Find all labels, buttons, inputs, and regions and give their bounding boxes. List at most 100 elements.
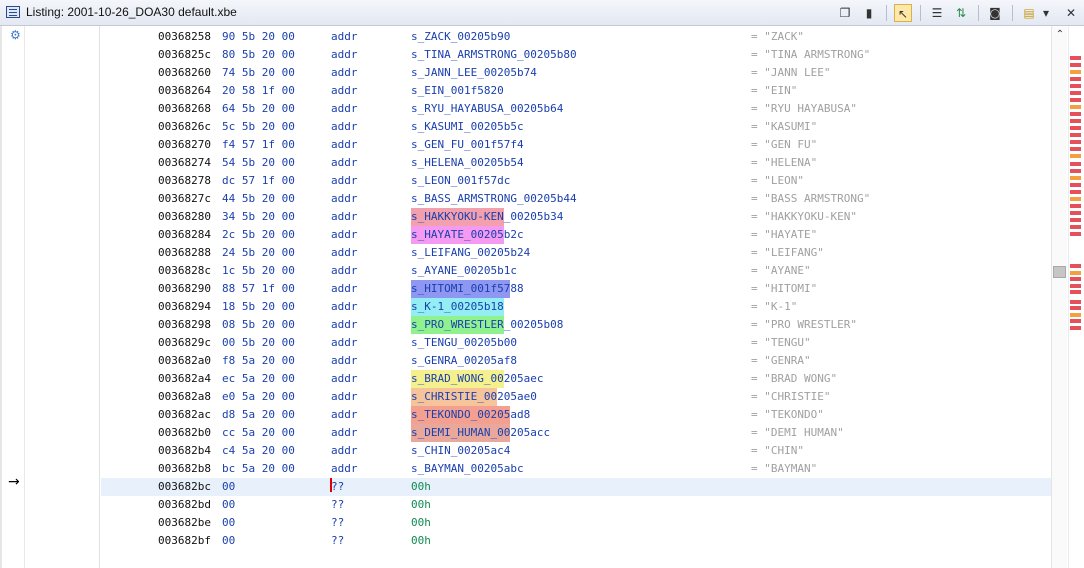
listing-row[interactable]: 00368294 18 5b 20 00 addr s_K-1_00205b18 = "… [101,298,1051,316]
overview-marker[interactable] [1070,211,1081,215]
row-mnemonic[interactable]: addr [331,64,358,82]
overview-marker[interactable] [1070,98,1081,102]
listing-row[interactable]: 0036825c 80 5b 20 00 addr s_TINA_ARMSTRONG_… [101,46,1051,64]
listing-row[interactable]: 0036827c 44 5b 20 00 addr s_BASS_ARMSTRONG_… [101,190,1051,208]
row-operand[interactable]: 00h [411,532,431,550]
row-operand[interactable]: s_LEIFANG_00205b24 [411,244,530,262]
row-operand[interactable]: s_PRO_WRESTLER_00205b08 [411,316,563,334]
row-address[interactable]: 00368290 [158,280,211,298]
row-mnemonic[interactable]: addr [331,190,358,208]
row-mnemonic[interactable]: addr [331,226,358,244]
row-address[interactable]: 00368260 [158,64,211,82]
listing-row[interactable]: 00368258 90 5b 20 00 addr s_ZACK_00205b90 = … [101,28,1051,46]
close-icon[interactable]: ✕ [1062,4,1080,22]
overview-marker[interactable] [1070,112,1081,116]
row-mnemonic[interactable]: addr [331,388,358,406]
listing-row[interactable]: 00368298 08 5b 20 00 addr s_PRO_WRESTLER_00… [101,316,1051,334]
row-mnemonic[interactable]: addr [331,352,358,370]
listing-row[interactable]: 003682ac d8 5a 20 00 addr s_TEKONDO_00205ad… [101,406,1051,424]
overview-marker[interactable] [1070,63,1081,67]
listing-row[interactable]: 003682be 00?? 00h [101,514,1051,532]
row-address[interactable]: 00368284 [158,226,211,244]
row-operand[interactable]: s_GENRA_00205af8 [411,352,517,370]
overview-marker[interactable] [1070,197,1081,201]
diff-view-icon[interactable]: ⇅ [952,4,970,22]
overview-marker[interactable] [1070,147,1081,151]
row-mnemonic[interactable]: addr [331,262,358,280]
row-mnemonic[interactable]: addr [331,208,358,226]
row-address[interactable]: 00368298 [158,316,211,334]
row-mnemonic[interactable]: addr [331,136,358,154]
row-operand[interactable]: s_CHRISTIE_00205ae0 [411,388,537,406]
row-mnemonic[interactable]: addr [331,118,358,136]
row-operand[interactable]: s_HELENA_00205b54 [411,154,524,172]
listing-row[interactable]: 003682b0 cc 5a 20 00 addr s_DEMI_HUMAN_0020… [101,424,1051,442]
overview-marker[interactable] [1070,326,1081,330]
row-operand[interactable]: s_GEN_FU_001f57f4 [411,136,524,154]
row-operand[interactable]: s_DEMI_HUMAN_00205acc [411,424,550,442]
overview-marker[interactable] [1070,290,1081,294]
dropdown-arrow-icon[interactable]: ▾ [1040,4,1052,22]
overview-marker[interactable] [1070,119,1081,123]
overview-marker[interactable] [1070,77,1081,81]
row-address[interactable]: 003682bd [158,496,211,514]
overview-marker[interactable] [1070,56,1081,60]
overview-marker[interactable] [1070,105,1081,109]
row-address[interactable]: 00368270 [158,136,211,154]
row-address[interactable]: 0036829c [158,334,211,352]
row-mnemonic[interactable]: addr [331,298,358,316]
overview-marker[interactable] [1070,204,1081,208]
row-mnemonic[interactable]: addr [331,172,358,190]
row-address[interactable]: 00368258 [158,28,211,46]
listing-row[interactable]: 003682bc 00?? 00h [101,478,1051,496]
row-operand[interactable]: s_HAKKYOKU-KEN_00205b34 [411,208,563,226]
listing-row[interactable]: 003682b8 bc 5a 20 00 addr s_BAYMAN_00205abc… [101,460,1051,478]
row-address[interactable]: 0036825c [158,46,211,64]
listing-row[interactable]: 003682a8 e0 5a 20 00 addr s_CHRISTIE_00205a… [101,388,1051,406]
copy-icon[interactable]: ❐ [836,4,854,22]
overview-marker[interactable] [1070,140,1081,144]
listing-row[interactable]: 00368278 dc 57 1f 00 addr s_LEON_001f57dc = … [101,172,1051,190]
row-mnemonic[interactable]: addr [331,406,358,424]
row-address[interactable]: 003682b4 [158,442,211,460]
paste-icon[interactable]: ▮ [860,4,878,22]
row-operand[interactable]: s_BAYMAN_00205abc [411,460,524,478]
listing-row[interactable]: 00368290 88 57 1f 00 addr s_HITOMI_001f5788… [101,280,1051,298]
row-operand[interactable]: s_EIN_001f5820 [411,82,504,100]
row-address[interactable]: 00368294 [158,298,211,316]
listing-row[interactable]: 00368264 20 58 1f 00 addr s_EIN_001f5820 = "… [101,82,1051,100]
row-mnemonic[interactable]: addr [331,82,358,100]
overview-marker[interactable] [1070,277,1081,281]
row-operand[interactable]: s_TINA_ARMSTRONG_00205b80 [411,46,577,64]
row-address[interactable]: 00368288 [158,244,211,262]
row-address[interactable]: 00368268 [158,100,211,118]
overview-marker[interactable] [1070,154,1081,158]
row-operand[interactable]: s_AYANE_00205b1c [411,262,517,280]
row-operand[interactable]: s_K-1_00205b18 [411,298,504,316]
overview-marker-bar[interactable] [1068,26,1082,568]
row-mnemonic[interactable]: addr [331,46,358,64]
row-mnemonic[interactable]: addr [331,424,358,442]
overview-marker[interactable] [1070,84,1081,88]
row-operand[interactable]: s_LEON_001f57dc [411,172,510,190]
overview-marker[interactable] [1070,91,1081,95]
row-address[interactable]: 00368264 [158,82,211,100]
row-address[interactable]: 003682b0 [158,424,211,442]
row-operand[interactable]: s_BASS_ARMSTRONG_00205b44 [411,190,577,208]
overview-marker[interactable] [1070,70,1081,74]
row-mnemonic[interactable]: ?? [331,496,344,514]
row-operand[interactable]: s_JANN_LEE_00205b74 [411,64,537,82]
row-operand[interactable]: s_CHIN_00205ac4 [411,442,510,460]
row-operand[interactable]: 00h [411,514,431,532]
overview-marker[interactable] [1070,300,1081,304]
row-operand[interactable]: 00h [411,496,431,514]
listing-row[interactable]: 00368288 24 5b 20 00 addr s_LEIFANG_00205b2… [101,244,1051,262]
row-operand[interactable]: s_TENGU_00205b00 [411,334,517,352]
row-mnemonic[interactable]: ?? [331,514,344,532]
memory-map-icon[interactable]: ▤ [1020,4,1038,22]
overview-marker[interactable] [1070,264,1081,268]
row-address[interactable]: 003682b8 [158,460,211,478]
row-operand[interactable]: 00h [411,478,431,496]
listing-row[interactable]: 003682a4 ec 5a 20 00 addr s_BRAD_WONG_00205… [101,370,1051,388]
overview-marker[interactable] [1070,218,1081,222]
